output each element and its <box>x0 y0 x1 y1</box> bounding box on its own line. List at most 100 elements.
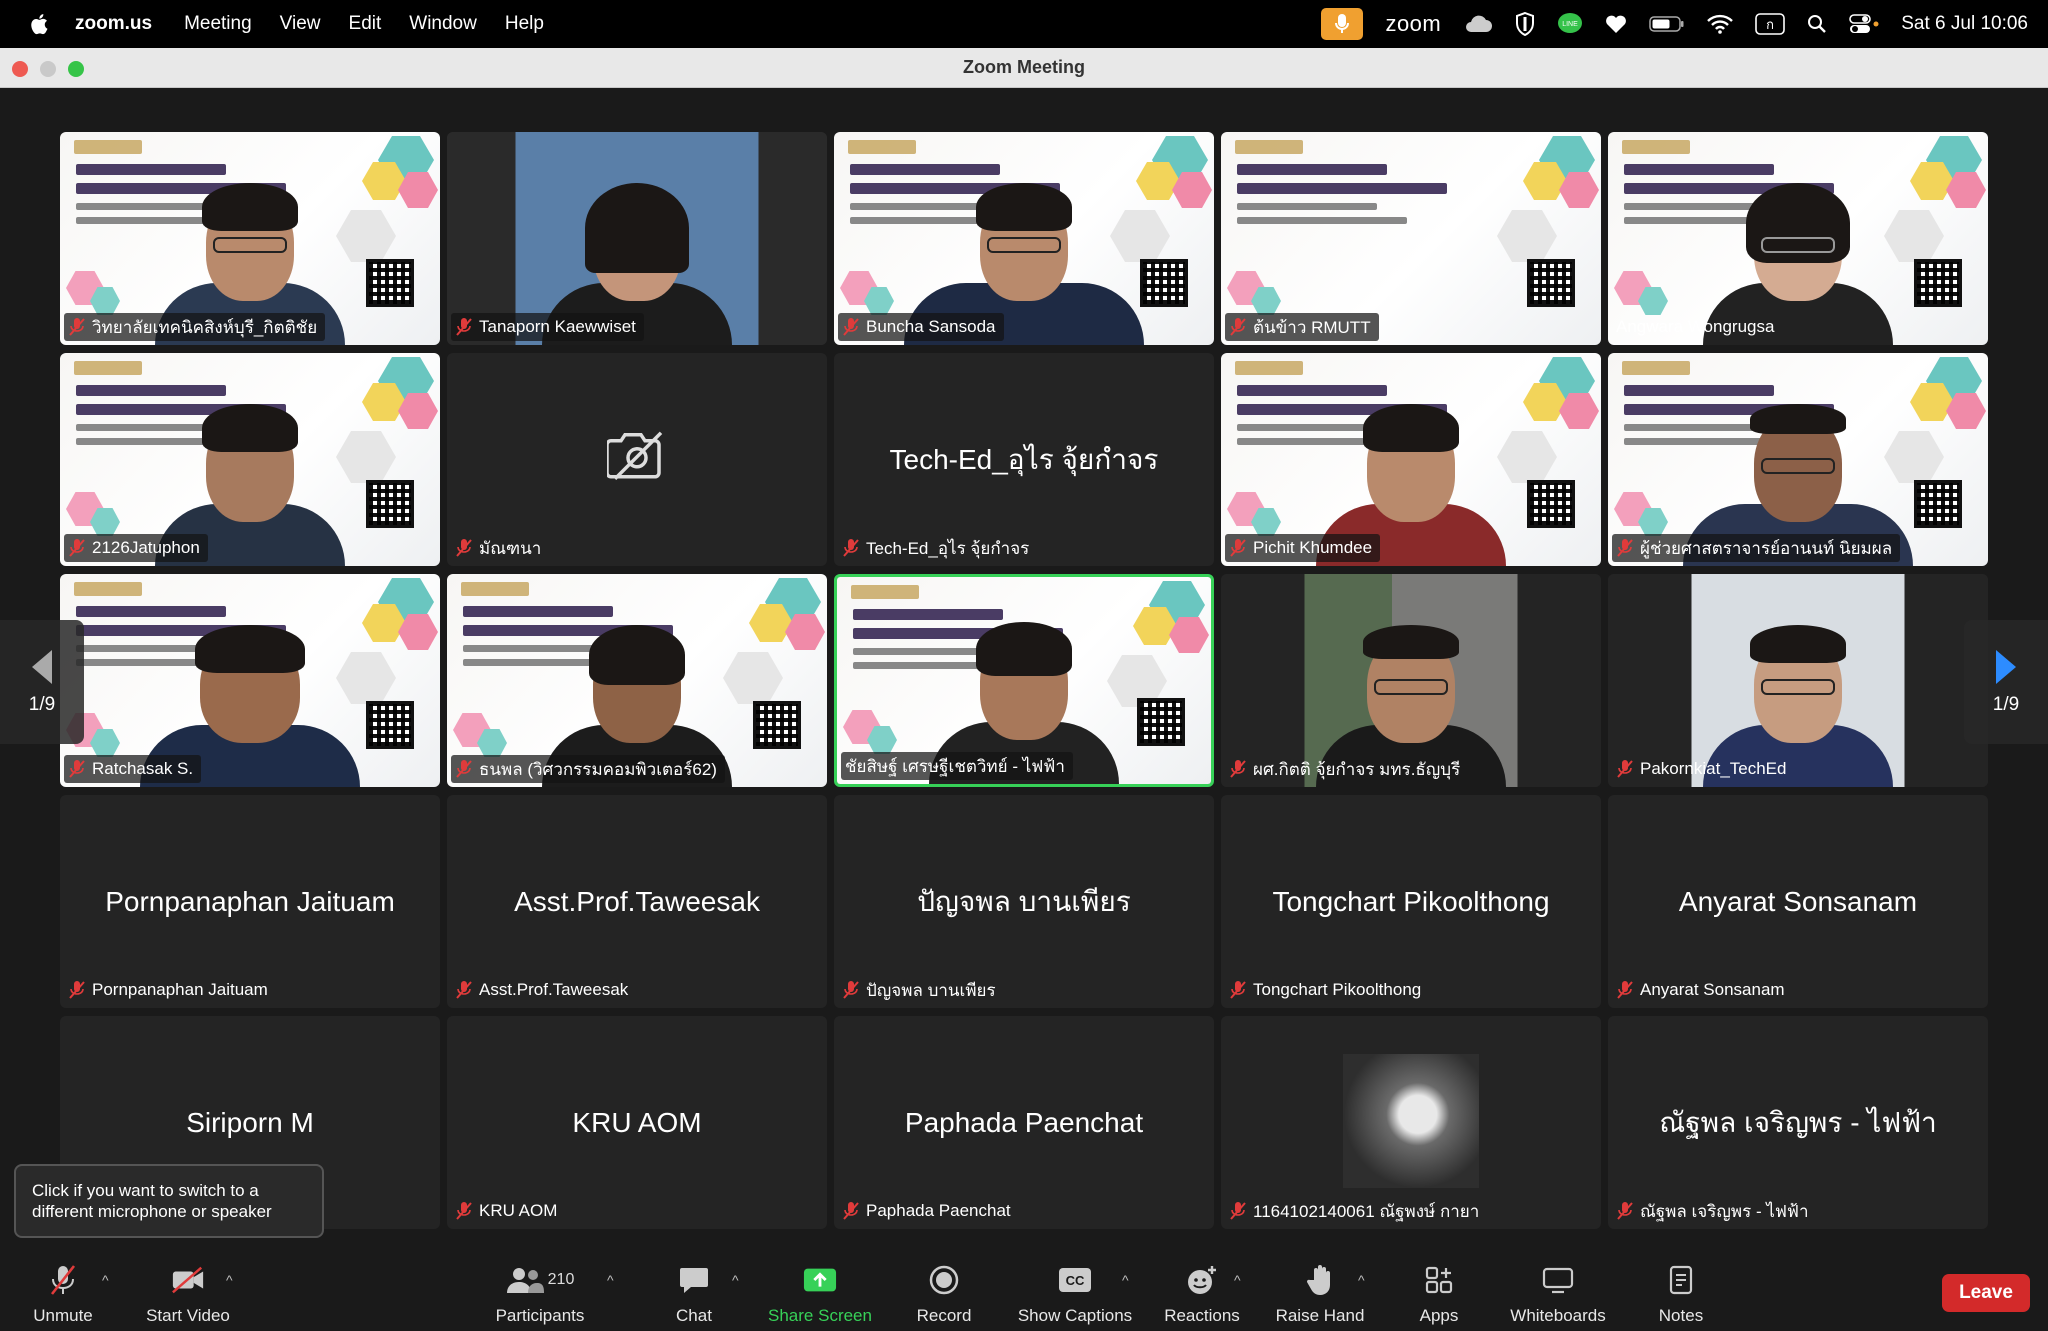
start-video-button[interactable]: Start Video <box>142 1264 234 1326</box>
audio-options-chevron[interactable]: ^ <box>102 1272 116 1288</box>
menu-view[interactable]: View <box>280 13 321 35</box>
chevron-right-icon <box>1996 650 2016 684</box>
muted-mic-icon <box>1230 981 1246 999</box>
muted-mic-icon <box>1230 1202 1246 1220</box>
muted-mic-icon <box>456 981 472 999</box>
participant-name-label: Buncha Sansoda <box>838 313 1004 341</box>
muted-mic-icon <box>50 1265 76 1295</box>
participant-name-label: Ratchasak S. <box>64 755 202 783</box>
video-tile[interactable]: Ratchasak S. <box>60 574 440 787</box>
menu-app-name[interactable]: zoom.us <box>75 13 152 35</box>
record-button[interactable]: Record <box>914 1264 974 1326</box>
participant-name-label: Anyarat Sonsanam <box>1612 976 1793 1004</box>
notes-icon <box>1669 1265 1693 1295</box>
show-captions-button[interactable]: CC Show Captions <box>1014 1264 1136 1326</box>
video-tile[interactable]: มัณฑนา <box>447 353 827 566</box>
video-tile[interactable]: ธนพล (วิศวกรรมคอมพิวเตอร์62) <box>447 574 827 787</box>
share-screen-button[interactable]: Share Screen <box>766 1264 874 1326</box>
wifi-icon[interactable] <box>1707 14 1734 34</box>
svg-text:LINE: LINE <box>1562 21 1578 28</box>
muted-mic-icon <box>1230 760 1246 778</box>
apple-icon[interactable] <box>27 11 53 37</box>
video-tile[interactable]: KRU AOM KRU AOM <box>447 1016 827 1229</box>
participants-button[interactable]: 210 Participants <box>488 1264 592 1326</box>
captions-icon: CC <box>1059 1268 1091 1292</box>
whiteboard-icon <box>1542 1267 1574 1294</box>
chat-button[interactable]: Chat <box>672 1264 716 1326</box>
menu-edit[interactable]: Edit <box>349 13 382 35</box>
minimize-window-button[interactable] <box>40 61 56 77</box>
participant-name-label: วิทยาลัยเทคนิคสิงห์บุรี_กิตติชัย <box>64 313 326 341</box>
muted-mic-icon <box>69 318 85 336</box>
video-tile[interactable]: Pornpanaphan Jaituam Pornpanaphan Jaitua… <box>60 795 440 1008</box>
video-tile[interactable]: Pichit Khumdee <box>1221 353 1601 566</box>
cloud-icon[interactable] <box>1463 14 1493 34</box>
video-tile[interactable]: 1164102140061 ณัฐพงษ์ กายา <box>1221 1016 1601 1229</box>
whiteboards-button[interactable]: Whiteboards <box>1506 1264 1610 1326</box>
spotlight-search-icon[interactable] <box>1807 14 1827 34</box>
active-speaker-tile[interactable]: ชัยสิษฐ์ เศรษฐีเชตวิทย์ - ไฟฟ้า <box>834 574 1214 787</box>
muted-mic-icon <box>456 1202 472 1220</box>
unmute-button[interactable]: Unmute <box>30 1264 96 1326</box>
battery-icon[interactable] <box>1649 15 1685 33</box>
menubar-clock[interactable]: Sat 6 Jul 10:06 <box>1901 13 2028 35</box>
video-tile[interactable]: ต้นข้าว RMUTT <box>1221 132 1601 345</box>
zoom-window-button[interactable] <box>68 61 84 77</box>
shield-icon[interactable] <box>1515 12 1535 36</box>
video-tile[interactable]: Tanaporn Kaewwiset <box>447 132 827 345</box>
muted-mic-icon <box>843 981 859 999</box>
close-window-button[interactable] <box>12 61 28 77</box>
small-video-feed <box>1343 1054 1479 1188</box>
video-options-chevron[interactable]: ^ <box>226 1272 240 1288</box>
menu-meeting[interactable]: Meeting <box>184 13 252 35</box>
video-tile[interactable]: ปัญจพล บานเพียร ปัญจพล บานเพียร <box>834 795 1214 1008</box>
audio-device-tooltip: Click if you want to switch to a differe… <box>14 1164 324 1238</box>
muted-mic-icon <box>456 318 472 336</box>
video-tile[interactable]: Asst.Prof.Taweesak Asst.Prof.Taweesak <box>447 795 827 1008</box>
video-tile[interactable]: ผู้ช่วยศาสตราจารย์อานนท์ นิยมผล <box>1608 353 1988 566</box>
line-app-icon[interactable]: LINE <box>1557 12 1583 36</box>
muted-mic-icon <box>69 539 85 557</box>
participant-name-label: ณัฐพล เจริญพร - ไฟฟ้า <box>1612 1197 1817 1225</box>
captions-options-chevron[interactable]: ^ <box>1122 1272 1136 1288</box>
participant-name-label: 1164102140061 ณัฐพงษ์ กายา <box>1225 1197 1487 1225</box>
muted-mic-icon <box>456 760 472 778</box>
previous-page-button[interactable]: 1/9 <box>0 620 84 744</box>
heart-icon[interactable] <box>1605 14 1627 34</box>
mic-in-use-icon[interactable] <box>1321 8 1364 40</box>
muted-mic-icon <box>843 318 859 336</box>
muted-mic-icon <box>843 1202 859 1220</box>
raise-hand-button[interactable]: Raise Hand <box>1274 1264 1366 1326</box>
video-tile[interactable]: Angwara Wongrugsa <box>1608 132 1988 345</box>
control-center-icon[interactable] <box>1849 14 1879 34</box>
notes-button[interactable]: Notes <box>1656 1264 1706 1326</box>
camera-off-icon <box>607 431 663 480</box>
chat-options-chevron[interactable]: ^ <box>732 1272 746 1288</box>
video-tile[interactable]: Buncha Sansoda <box>834 132 1214 345</box>
participants-options-chevron[interactable]: ^ <box>607 1272 621 1288</box>
muted-mic-icon <box>1617 539 1633 557</box>
video-tile[interactable]: Pakornkiat_TechEd <box>1608 574 1988 787</box>
menu-help[interactable]: Help <box>505 13 544 35</box>
chevron-left-icon <box>32 650 52 684</box>
next-page-button[interactable]: 1/9 <box>1964 620 2048 744</box>
reactions-button[interactable]: Reactions <box>1162 1264 1242 1326</box>
video-tile[interactable]: Tongchart Pikoolthong Tongchart Pikoolth… <box>1221 795 1601 1008</box>
menu-window[interactable]: Window <box>409 13 477 35</box>
video-tile[interactable]: Paphada Paenchat Paphada Paenchat <box>834 1016 1214 1229</box>
participant-name-label: Paphada Paenchat <box>838 1197 1019 1225</box>
raise-hand-options-chevron[interactable]: ^ <box>1358 1272 1372 1288</box>
video-tile[interactable]: 2126Jatuphon <box>60 353 440 566</box>
input-source-icon[interactable]: ก <box>1755 13 1786 35</box>
video-tile[interactable]: วิทยาลัยเทคนิคสิงห์บุรี_กิตติชัย <box>60 132 440 345</box>
video-tile[interactable]: ณัฐพล เจริญพร - ไฟฟ้า ณัฐพล เจริญพร - ไฟ… <box>1608 1016 1988 1229</box>
leave-meeting-button[interactable]: Leave <box>1942 1274 2030 1312</box>
participant-name-label: Asst.Prof.Taweesak <box>451 976 636 1004</box>
video-tile[interactable]: Anyarat Sonsanam Anyarat Sonsanam <box>1608 795 1988 1008</box>
apps-button[interactable]: Apps <box>1414 1264 1464 1326</box>
reactions-options-chevron[interactable]: ^ <box>1234 1272 1248 1288</box>
zoom-status-label[interactable]: zoom <box>1385 11 1441 37</box>
video-tile[interactable]: Tech-Ed_อุไร จุ้ยกำจร Tech-Ed_อุไร จุ้ยก… <box>834 353 1214 566</box>
participant-name-label: Tongchart Pikoolthong <box>1225 976 1429 1004</box>
video-tile[interactable]: ผศ.กิตติ จุ้ยกำจร มทร.ธัญบุรี <box>1221 574 1601 787</box>
